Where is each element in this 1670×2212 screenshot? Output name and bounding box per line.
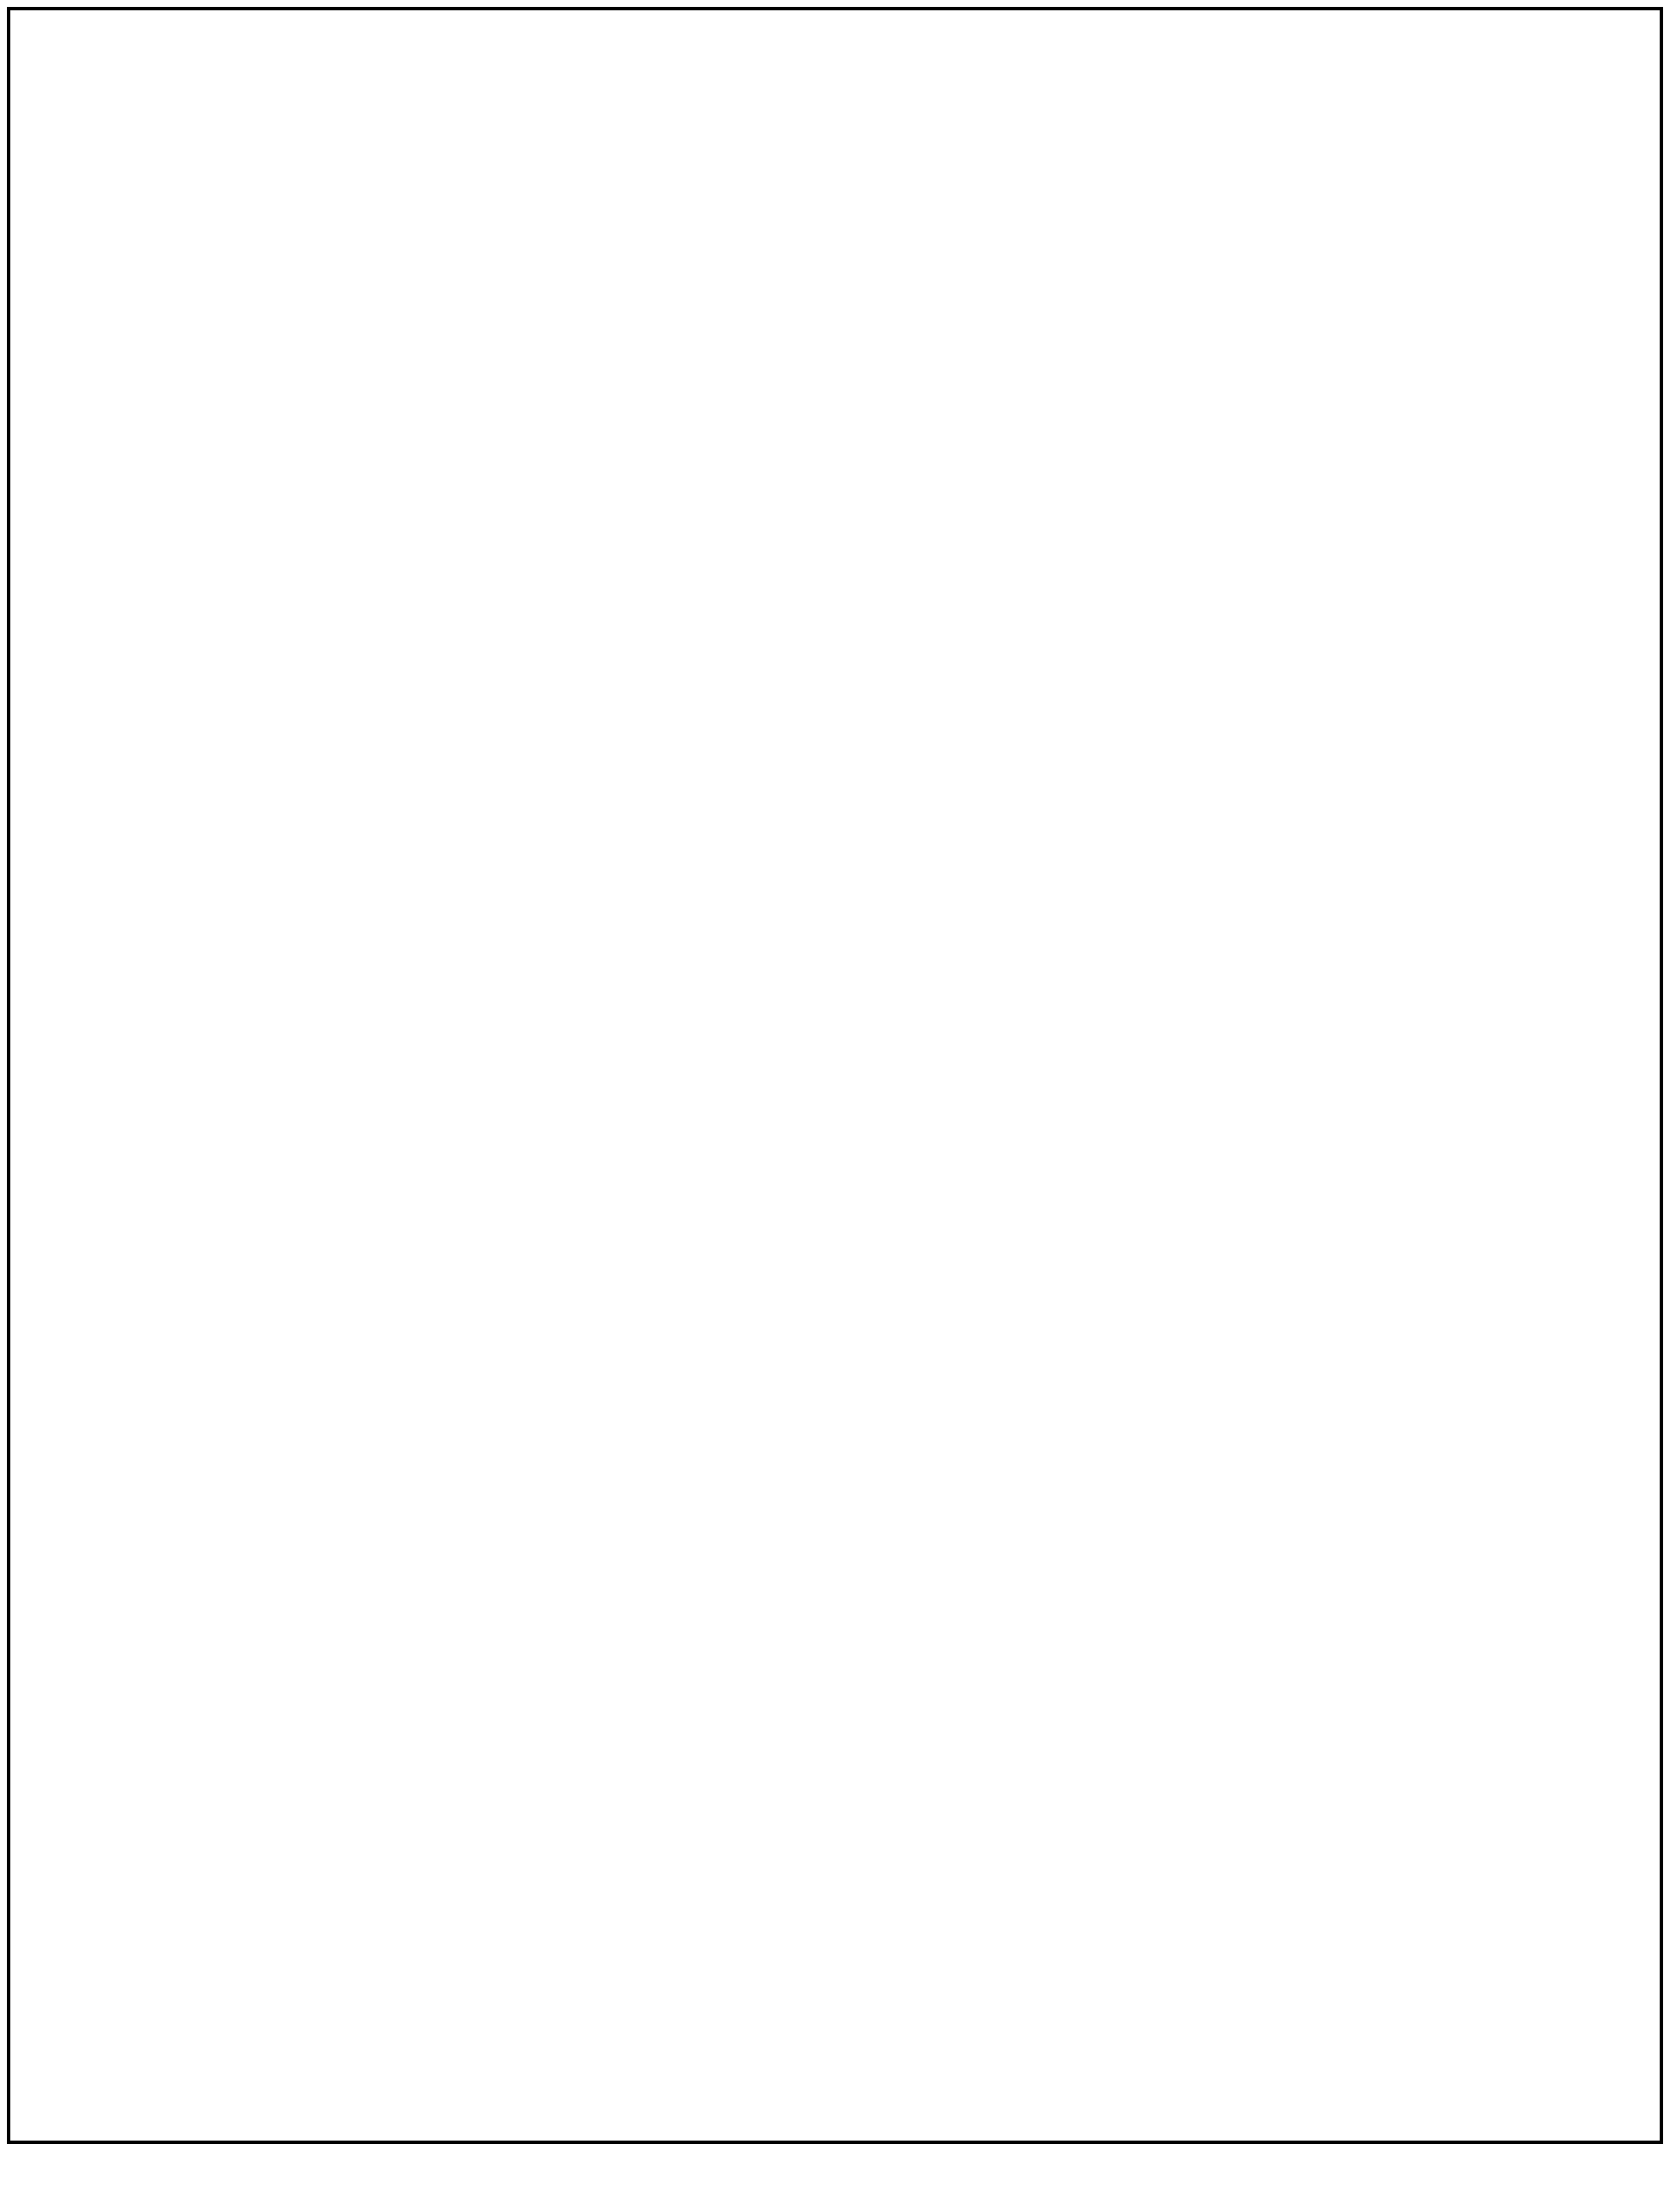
outer-frame xyxy=(9,9,1661,2142)
